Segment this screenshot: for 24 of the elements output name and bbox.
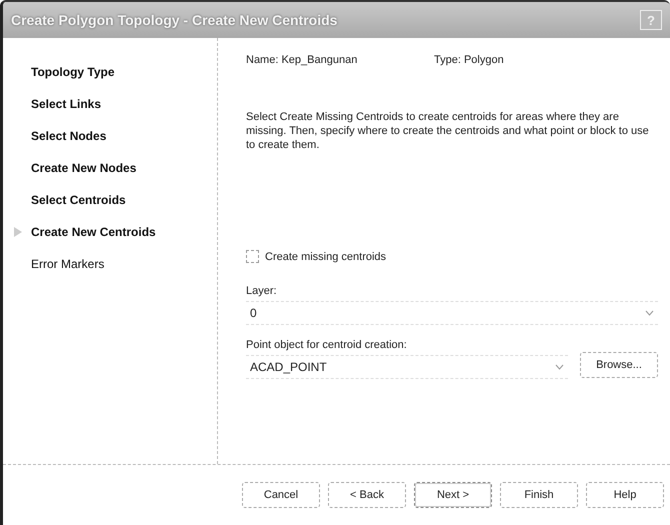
wizard-step[interactable]: Create New Nodes (31, 161, 136, 175)
description-text: Select Create Missing Centroids to create centroids for areas where they are missing. Then, specify where to create the centroids and what point or block to use to create them. (246, 110, 650, 152)
type-label: Type: Polygon (434, 54, 504, 66)
wizard-button[interactable]: Help (586, 482, 664, 508)
wizard-button[interactable]: < Back (328, 482, 406, 508)
caret-icon (645, 310, 654, 316)
layer-dropdown[interactable]: 0 (246, 301, 658, 325)
wizard-step[interactable]: Select Centroids (31, 193, 126, 207)
name-label: Name: Kep_Bangunan (246, 54, 358, 66)
window-title: Create Polygon Topology - Create New Centroids (11, 12, 338, 28)
wizard-step[interactable]: Error Markers (31, 257, 104, 271)
point-object-dropdown[interactable]: ACAD_POINT (246, 355, 568, 379)
wizard-step[interactable]: Topology Type (31, 65, 115, 79)
wizard-button[interactable]: Next > (414, 482, 492, 508)
point-object-label: Point object for centroid creation: (246, 339, 408, 351)
wizard-button[interactable]: Cancel (242, 482, 320, 508)
wizard-step[interactable]: Create New Centroids (31, 225, 156, 239)
layer-label: Layer: (246, 285, 278, 297)
wizard-step[interactable]: Select Nodes (31, 129, 106, 143)
caret-icon (555, 364, 564, 370)
wizard-button[interactable]: Finish (500, 482, 578, 508)
wizard-step[interactable]: Select Links (31, 97, 102, 111)
browse-button[interactable]: Browse... (580, 352, 658, 378)
create-missing-checkbox[interactable]: Create missing centroids (246, 250, 658, 263)
